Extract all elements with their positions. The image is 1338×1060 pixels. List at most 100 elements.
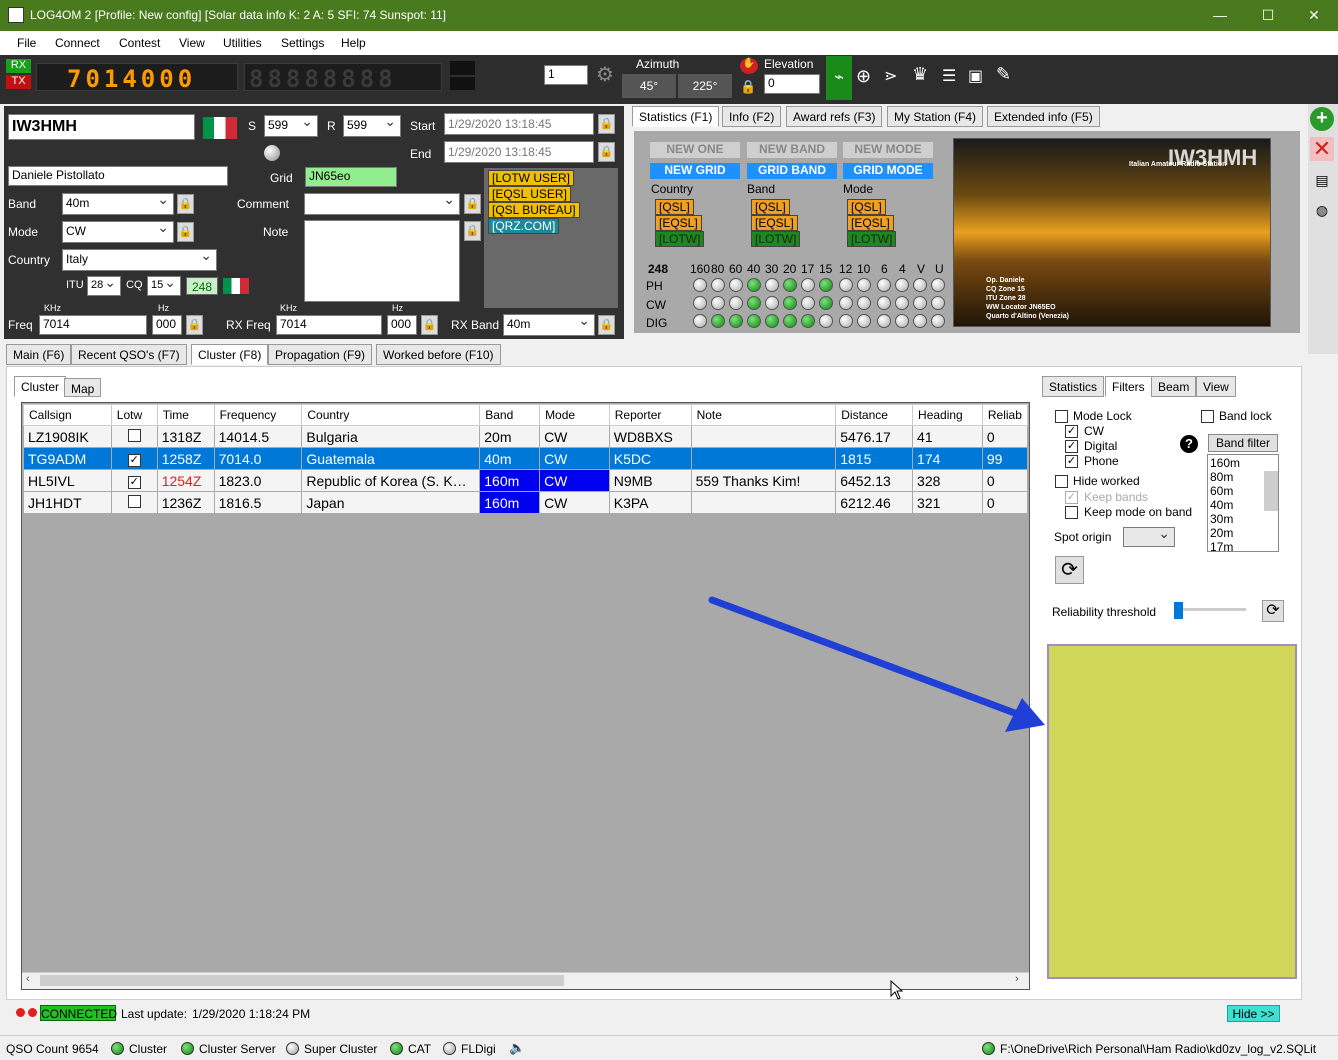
menu-settings[interactable]: Settings bbox=[281, 36, 324, 50]
freq-input[interactable]: 7014 bbox=[39, 315, 147, 335]
band-lock-checkbox[interactable] bbox=[1201, 410, 1214, 423]
subtab-map[interactable]: Map bbox=[64, 378, 102, 397]
filter-tab-statistics[interactable]: Statistics bbox=[1042, 376, 1105, 397]
globe-icon[interactable]: ⊕ bbox=[856, 66, 878, 88]
mode-lock-icon[interactable]: 🔒 bbox=[177, 222, 194, 242]
add-icon[interactable]: + bbox=[1310, 107, 1334, 131]
cards-icon[interactable]: ▤ bbox=[1313, 172, 1331, 190]
col-distance[interactable]: Distance bbox=[835, 404, 914, 426]
subtab-cluster[interactable]: Cluster bbox=[14, 376, 67, 397]
spot-origin-select[interactable] bbox=[1123, 527, 1175, 547]
list-icon[interactable]: ☰ bbox=[942, 66, 960, 88]
list-item[interactable]: 30m bbox=[1210, 512, 1276, 526]
minimize-button[interactable]: — bbox=[1200, 4, 1240, 26]
radio-icon[interactable]: ▣ bbox=[968, 66, 990, 88]
mode-select[interactable]: CW bbox=[62, 221, 174, 243]
col-country[interactable]: Country bbox=[301, 404, 481, 426]
callsign-input[interactable]: IW3HMH bbox=[8, 114, 195, 140]
end-time[interactable]: 1/29/2020 13:18:45 bbox=[444, 141, 594, 163]
tab-propagation[interactable]: Propagation (F9) bbox=[268, 344, 373, 365]
mode-lock-checkbox[interactable] bbox=[1055, 410, 1068, 423]
cluster-status-label[interactable]: Cluster bbox=[129, 1042, 167, 1056]
phone-checkbox[interactable]: ✓ bbox=[1065, 455, 1078, 468]
col-time[interactable]: Time bbox=[156, 404, 215, 426]
table-row[interactable]: TG9ADM ✓ 1258Z 7014.0 Guatemala 40m CW K… bbox=[23, 447, 1029, 470]
list-item[interactable]: 160m bbox=[1210, 456, 1276, 470]
tab-worked-before[interactable]: Worked before (F10) bbox=[376, 344, 501, 365]
digital-checkbox[interactable]: ✓ bbox=[1065, 440, 1078, 453]
col-note[interactable]: Note bbox=[690, 404, 837, 426]
col-reliability[interactable]: Reliab bbox=[981, 404, 1029, 426]
band-lock-icon[interactable]: 🔒 bbox=[177, 194, 194, 214]
fldigi-label[interactable]: FLDigi bbox=[461, 1042, 496, 1056]
table-row[interactable]: HL5IVL ✓ 1254Z 1823.0 Republic of Korea … bbox=[23, 469, 1029, 492]
pen-icon[interactable]: ✎ bbox=[996, 64, 1018, 86]
comment-lock-icon[interactable]: 🔒 bbox=[464, 194, 481, 214]
signal-icon[interactable]: ⌁ bbox=[826, 56, 852, 100]
freq-lock-icon[interactable]: 🔒 bbox=[186, 315, 203, 335]
crown-icon[interactable]: ♛ bbox=[912, 64, 934, 86]
tab-info[interactable]: Info (F2) bbox=[722, 106, 782, 127]
note-input[interactable] bbox=[304, 220, 460, 302]
gear-icon[interactable]: ⚙ bbox=[596, 64, 618, 86]
keep-mode-checkbox[interactable] bbox=[1065, 506, 1078, 519]
end-lock-icon[interactable]: 🔒 bbox=[598, 142, 615, 162]
tab-statistics[interactable]: Statistics (F1) bbox=[632, 106, 720, 127]
list-item[interactable]: 20m bbox=[1210, 526, 1276, 540]
start-lock-icon[interactable]: 🔒 bbox=[598, 114, 615, 134]
close-button[interactable]: ✕ bbox=[1294, 4, 1334, 26]
rxfreq-hz-input[interactable]: 000 bbox=[387, 315, 417, 335]
super-cluster-label[interactable]: Super Cluster bbox=[304, 1042, 377, 1056]
speaker-icon[interactable]: 🔈 bbox=[509, 1040, 525, 1056]
rxfreq-input[interactable]: 7014 bbox=[276, 315, 382, 335]
freq-hz-input[interactable]: 000 bbox=[152, 315, 182, 335]
cat-label[interactable]: CAT bbox=[408, 1042, 431, 1056]
delete-icon[interactable]: ✕ bbox=[1310, 137, 1334, 161]
reset-icon[interactable]: ⟳ bbox=[1262, 600, 1284, 622]
country-select[interactable]: Italy bbox=[62, 249, 217, 271]
cluster-server-label[interactable]: Cluster Server bbox=[199, 1042, 276, 1056]
tab-extended-info[interactable]: Extended info (F5) bbox=[987, 106, 1100, 127]
menu-view[interactable]: View bbox=[179, 36, 205, 50]
rxfreq-lock-icon[interactable]: 🔒 bbox=[421, 315, 438, 335]
start-time[interactable]: 1/29/2020 13:18:45 bbox=[444, 113, 594, 135]
keep-bands-checkbox[interactable]: ✓ bbox=[1065, 491, 1078, 504]
col-callsign[interactable]: Callsign bbox=[23, 404, 112, 426]
world-icon[interactable]: ◍ bbox=[1313, 202, 1331, 220]
col-mode[interactable]: Mode bbox=[539, 404, 610, 426]
scroll-left-icon[interactable]: ‹ bbox=[26, 973, 36, 988]
menu-contest[interactable]: Contest bbox=[119, 36, 160, 50]
col-heading[interactable]: Heading bbox=[912, 404, 983, 426]
menu-help[interactable]: Help bbox=[341, 36, 366, 50]
filter-tab-beam[interactable]: Beam bbox=[1151, 376, 1197, 397]
tab-award-refs[interactable]: Award refs (F3) bbox=[786, 106, 883, 127]
name-input[interactable]: Daniele Pistollato bbox=[8, 166, 228, 186]
azimuth-long[interactable]: 225° bbox=[678, 74, 732, 98]
azimuth-short[interactable]: 45° bbox=[622, 74, 676, 98]
reliability-slider-thumb[interactable] bbox=[1174, 602, 1183, 619]
band-list-scroll-thumb[interactable] bbox=[1264, 471, 1278, 511]
satellite-icon[interactable]: ⋗ bbox=[884, 66, 908, 88]
table-row[interactable]: LZ1908IK 1318Z 14014.5 Bulgaria 20m CW W… bbox=[23, 425, 1029, 448]
stop-icon[interactable]: ✋ bbox=[740, 58, 758, 74]
band-filter-button[interactable]: Band filter bbox=[1208, 434, 1278, 452]
hide-worked-checkbox[interactable] bbox=[1055, 475, 1068, 488]
table-row[interactable]: JH1HDT 1236Z 1816.5 Japan 160m CW K3PA 6… bbox=[23, 491, 1029, 514]
itu-select[interactable]: 28 bbox=[87, 276, 121, 296]
col-band[interactable]: Band bbox=[479, 404, 541, 426]
tab-cluster[interactable]: Cluster (F8) bbox=[191, 344, 269, 365]
menu-file[interactable]: File bbox=[17, 36, 36, 50]
filter-tab-view[interactable]: View bbox=[1196, 376, 1236, 397]
rxband-lock-icon[interactable]: 🔒 bbox=[598, 315, 615, 335]
scroll-thumb[interactable] bbox=[40, 975, 564, 986]
cq-select[interactable]: 15 bbox=[147, 276, 181, 296]
qrz-badge[interactable]: [QRZ.COM] bbox=[488, 218, 560, 234]
grid-input[interactable]: JN65eo bbox=[305, 167, 397, 187]
col-frequency[interactable]: Frequency bbox=[213, 404, 303, 426]
hide-button[interactable]: Hide >> bbox=[1227, 1005, 1280, 1022]
cw-checkbox[interactable]: ✓ bbox=[1065, 425, 1078, 438]
vfo-spinner[interactable]: 1 bbox=[544, 65, 588, 85]
menu-connect[interactable]: Connect bbox=[55, 36, 100, 50]
menu-utilities[interactable]: Utilities bbox=[223, 36, 262, 50]
band-select[interactable]: 40m bbox=[62, 193, 174, 215]
